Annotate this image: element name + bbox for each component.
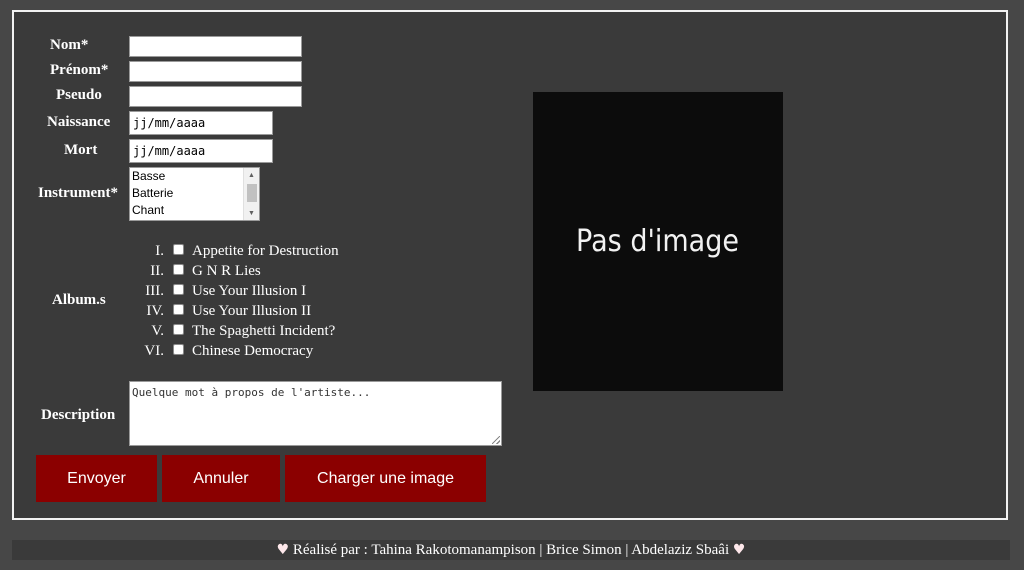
album-item[interactable]: II. G N R Lies [129,261,389,281]
instrument-option[interactable]: Basse [130,168,259,185]
description-placeholder: Quelque mot à propos de l'artiste... [132,386,371,399]
naissance-label: Naissance [47,114,111,130]
album-number: V. [151,323,164,339]
naissance-date-input[interactable]: jj/mm/aaaa [129,111,273,135]
album-name: G N R Lies [192,263,261,279]
albums-label: Album.s [52,292,106,308]
album-number: II. [150,263,164,279]
submit-button[interactable]: Envoyer [36,455,157,502]
album-item[interactable]: I. Appetite for Destruction [129,241,389,261]
prenom-input[interactable] [129,61,302,82]
image-preview: Pas d'image [533,92,783,391]
album-item[interactable]: III. Use Your Illusion I [129,281,389,301]
artist-form-panel: Nom* Prénom* Pseudo Naissance jj/mm/aaaa… [12,10,1008,520]
mort-label: Mort [64,142,98,158]
album-name: Chinese Democracy [192,343,314,359]
footer-credits: Réalisé par : Tahina Rakotomanampison | … [292,542,730,558]
album-item[interactable]: IV. Use Your Illusion II [129,301,389,321]
album-number: IV. [146,303,164,319]
scroll-up-arrow-icon[interactable]: ▲ [244,168,259,182]
album-checkbox[interactable] [173,344,184,355]
album-number: I. [155,243,164,259]
heart-icon: ♥ [276,542,290,558]
instrument-scrollbar[interactable]: ▲ ▼ [243,168,259,220]
heart-icon: ♥ [732,542,746,558]
instrument-select[interactable]: Basse Batterie Chant ▲ ▼ [129,167,260,221]
cancel-button[interactable]: Annuler [162,455,280,502]
instrument-option[interactable]: Chant [130,202,259,219]
description-textarea[interactable]: Quelque mot à propos de l'artiste... [129,381,502,446]
no-image-text: Pas d'image [576,224,740,259]
album-number: III. [145,283,164,299]
prenom-label: Prénom* [50,62,109,78]
album-name: Use Your Illusion I [192,283,307,299]
instrument-label: Instrument* [38,185,119,201]
album-name: Appetite for Destruction [192,243,339,259]
album-checkbox[interactable] [173,324,184,335]
nom-label: Nom* [50,37,89,53]
scroll-thumb[interactable] [247,184,257,202]
instrument-option[interactable]: Batterie [130,185,259,202]
upload-image-button[interactable]: Charger une image [285,455,486,502]
album-checkbox[interactable] [173,264,184,275]
resize-handle-icon[interactable] [492,436,500,444]
album-list: I. Appetite for Destruction II. G N R Li… [129,241,389,361]
nom-input[interactable] [129,36,302,57]
footer: ♥ Réalisé par : Tahina Rakotomanampison … [12,540,1010,560]
pseudo-input[interactable] [129,86,302,107]
album-name: Use Your Illusion II [192,303,312,319]
album-checkbox[interactable] [173,304,184,315]
album-name: The Spaghetti Incident? [192,323,336,339]
mort-date-input[interactable]: jj/mm/aaaa [129,139,273,163]
pseudo-label: Pseudo [56,87,102,103]
album-item[interactable]: VI. Chinese Democracy [129,341,389,361]
album-item[interactable]: V. The Spaghetti Incident? [129,321,389,341]
scroll-down-arrow-icon[interactable]: ▼ [244,206,259,220]
album-checkbox[interactable] [173,244,184,255]
description-label: Description [41,407,116,423]
album-checkbox[interactable] [173,284,184,295]
album-number: VI. [144,343,164,359]
